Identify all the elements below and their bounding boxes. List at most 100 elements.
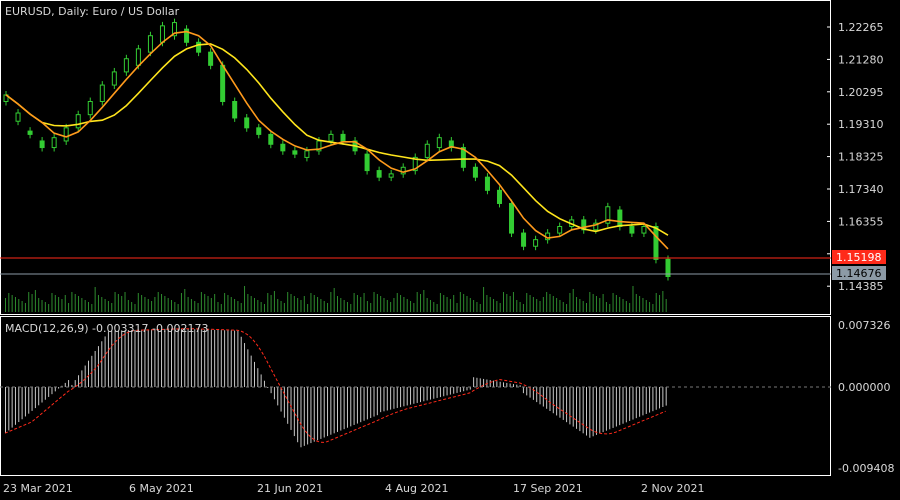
macd-bar <box>539 387 541 405</box>
macd-bar <box>376 387 378 416</box>
macd-bar <box>449 387 451 395</box>
macd-bar <box>78 375 80 387</box>
volume-bar <box>665 299 667 312</box>
alert-price-label: 1.15198 <box>836 251 882 264</box>
time-axis[interactable]: 23 Mar 2021 6 May 2021 21 Jun 2021 4 Aug… <box>3 482 704 495</box>
candle-body <box>388 173 394 178</box>
volume-bar <box>11 295 13 312</box>
macd-bar <box>230 330 232 387</box>
volume-bar <box>260 302 262 312</box>
volume-bar <box>519 302 521 312</box>
volume-bar <box>154 297 156 312</box>
volume-bar <box>592 294 594 312</box>
time-tick: 6 May 2021 <box>129 482 194 495</box>
macd-bar <box>240 336 242 387</box>
macd-bar <box>662 387 664 408</box>
volume-bar <box>34 290 36 312</box>
volume-bar <box>542 297 544 312</box>
macd-bar <box>14 387 16 425</box>
macd-bar <box>327 387 329 437</box>
candle-body <box>63 127 69 142</box>
macd-bar <box>273 387 275 400</box>
time-tick: 2 Nov 2021 <box>641 482 704 495</box>
macd-bar <box>297 387 299 443</box>
volume-bar <box>403 297 405 312</box>
candle-body <box>280 143 286 152</box>
macd-bar <box>536 387 538 403</box>
volume-bar <box>320 299 322 312</box>
volume-bar <box>247 294 249 312</box>
volume-bar <box>144 297 146 312</box>
volume-bar <box>659 295 661 312</box>
macd-bar <box>88 360 89 387</box>
macd-bar <box>410 387 412 405</box>
candle-body <box>472 166 478 178</box>
volume-bar <box>509 296 511 312</box>
macd-bar <box>595 387 597 435</box>
macd-bar <box>579 387 581 432</box>
volume-bar <box>566 304 568 312</box>
macd-bar <box>665 387 667 406</box>
volume-bar <box>370 303 372 312</box>
macd-bar <box>642 387 644 416</box>
volume-bar <box>589 292 591 312</box>
macd-bar <box>532 387 534 400</box>
macd-bar <box>330 387 332 435</box>
macd-bar <box>74 380 76 387</box>
volume-bar <box>529 295 531 312</box>
macd-bar <box>48 387 50 397</box>
macd-bar <box>346 387 348 428</box>
macd-bar <box>68 380 70 387</box>
macd-bar <box>423 387 425 402</box>
macd-bar <box>234 330 236 387</box>
macd-axis[interactable]: 0.007326 0.000000 -0.009408 <box>838 319 894 475</box>
macd-bar <box>104 336 106 387</box>
macd-bar <box>363 387 365 421</box>
macd-bar <box>619 387 621 426</box>
macd-bar <box>54 387 56 392</box>
macd-bar <box>456 387 458 393</box>
macd-bar <box>609 387 611 430</box>
volume-bar <box>114 292 116 312</box>
volume-bar <box>652 304 654 312</box>
macd-bar <box>194 329 196 387</box>
volume-bar <box>413 303 415 312</box>
macd-bar <box>340 387 342 431</box>
macd-bar <box>562 387 564 420</box>
candle-body <box>159 25 165 43</box>
macd-bar <box>429 387 431 400</box>
volume-bar <box>559 300 561 312</box>
volume-bar <box>353 293 355 312</box>
price-tick-label: 1.19310 <box>838 118 884 131</box>
candle-body <box>27 130 33 135</box>
volume-bar <box>443 295 445 312</box>
macd-bar <box>31 387 33 411</box>
volume-bar <box>270 295 272 312</box>
macd-bar <box>303 387 305 446</box>
volume-bar <box>220 304 222 312</box>
candle-body <box>641 225 647 234</box>
volume-bar <box>180 293 182 312</box>
macd-bar <box>244 343 246 387</box>
macd-bar <box>263 380 265 387</box>
candle-body <box>364 153 370 172</box>
volume-bar <box>459 292 461 312</box>
volume-bar <box>572 289 574 312</box>
volume-bar <box>111 303 113 312</box>
volume-bar <box>240 303 242 312</box>
macd-bar <box>107 331 109 387</box>
volume-bars <box>5 286 667 312</box>
price-tick-label: 1.17340 <box>838 183 884 196</box>
volume-bar <box>204 294 206 312</box>
candle-body <box>496 189 502 204</box>
candle-body <box>436 137 442 149</box>
macd-bar <box>659 387 661 409</box>
macd-bar <box>446 387 448 396</box>
volume-bar <box>609 304 611 312</box>
macd-bar <box>313 387 315 442</box>
volume-bar <box>436 304 438 312</box>
trading-chart[interactable]: 1.22265 1.21280 1.20295 1.19310 1.18325 1.173… <box>0 0 900 500</box>
macd-bar <box>526 387 528 396</box>
macd-bar <box>396 387 398 408</box>
macd-bar <box>290 387 292 430</box>
